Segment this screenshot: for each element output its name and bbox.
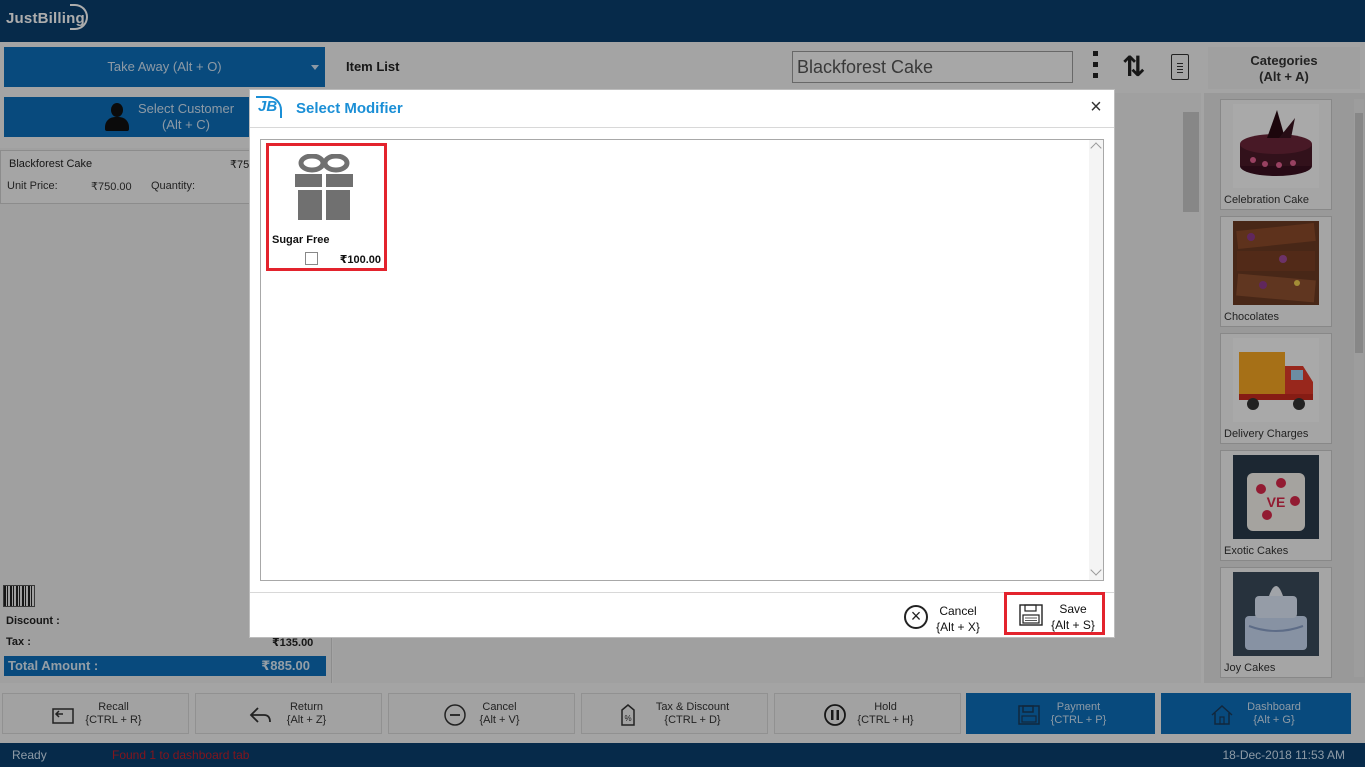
scroll-down-icon[interactable] <box>1090 564 1102 576</box>
jb-logo-text: JB <box>258 98 278 115</box>
modifier-card-sugar-free[interactable]: Sugar Free ₹100.00 <box>266 143 387 271</box>
modifier-name: Sugar Free <box>272 234 330 246</box>
modifier-checkbox[interactable] <box>305 252 318 265</box>
close-icon[interactable]: × <box>1086 97 1106 118</box>
dialog-footer: × Cancel {Alt + X} Save {Alt + S} <box>250 592 1114 638</box>
cancel-circle-icon: × <box>904 605 928 629</box>
dialog-title: Select Modifier <box>296 100 403 117</box>
modifier-list: Sugar Free ₹100.00 <box>260 139 1104 581</box>
modifier-scrollbar[interactable] <box>1089 140 1103 580</box>
cancel-label: Cancel {Alt + X} <box>936 604 980 634</box>
save-button[interactable]: Save {Alt + S} <box>1004 592 1105 635</box>
floppy-icon <box>1019 604 1043 626</box>
dialog-header: JB Select Modifier × <box>250 90 1114 128</box>
select-modifier-dialog: JB Select Modifier × Sugar Free ₹100.00 … <box>249 89 1115 638</box>
modifier-price: ₹100.00 <box>339 254 381 266</box>
save-label: Save {Alt + S} <box>1051 602 1095 632</box>
cancel-button[interactable]: × Cancel {Alt + X} <box>902 601 984 635</box>
gift-icon <box>295 154 353 220</box>
scroll-up-icon[interactable] <box>1090 142 1102 154</box>
